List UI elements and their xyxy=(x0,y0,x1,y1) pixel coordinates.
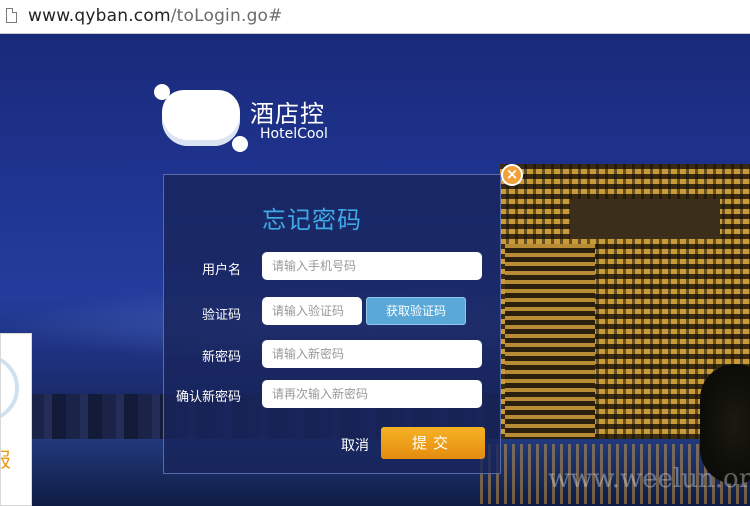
code-label: 验证码 xyxy=(201,308,241,323)
new-password-label: 新密码 xyxy=(201,350,241,365)
hotel-tower xyxy=(505,244,595,464)
pillow-icon xyxy=(154,84,248,152)
confirm-password-input[interactable] xyxy=(262,380,482,408)
side-card: 报 xyxy=(0,333,32,506)
hotel-roof xyxy=(570,199,720,239)
new-password-input[interactable] xyxy=(262,340,482,368)
url-text[interactable]: www.qyban.com/toLogin.go# xyxy=(28,6,283,26)
close-icon[interactable]: × xyxy=(501,164,523,186)
confirm-password-label: 确认新密码 xyxy=(175,390,241,405)
page-icon xyxy=(6,8,17,23)
address-bar[interactable]: www.qyban.com/toLogin.go# xyxy=(0,0,750,34)
side-card-char: 报 xyxy=(1,444,11,473)
watermark: www.weelun.org xyxy=(548,464,750,494)
username-input[interactable] xyxy=(262,252,482,280)
cancel-button[interactable]: 取消 xyxy=(341,435,369,455)
ring-icon xyxy=(1,354,19,422)
logo-name-en: HotelCool xyxy=(260,126,328,142)
logo-name-cn: 酒店控 xyxy=(250,100,325,128)
url-host: www.qyban.com xyxy=(28,6,171,26)
hotelcool-logo: 酒店控 HotelCool xyxy=(152,82,352,152)
code-input[interactable] xyxy=(262,297,362,325)
url-path: /toLogin.go# xyxy=(170,6,283,26)
username-label: 用户名 xyxy=(201,263,241,278)
get-code-button[interactable]: 获取验证码 xyxy=(366,297,466,325)
submit-button[interactable]: 提交 xyxy=(381,427,485,459)
dialog-title: 忘记密码 xyxy=(262,206,362,234)
